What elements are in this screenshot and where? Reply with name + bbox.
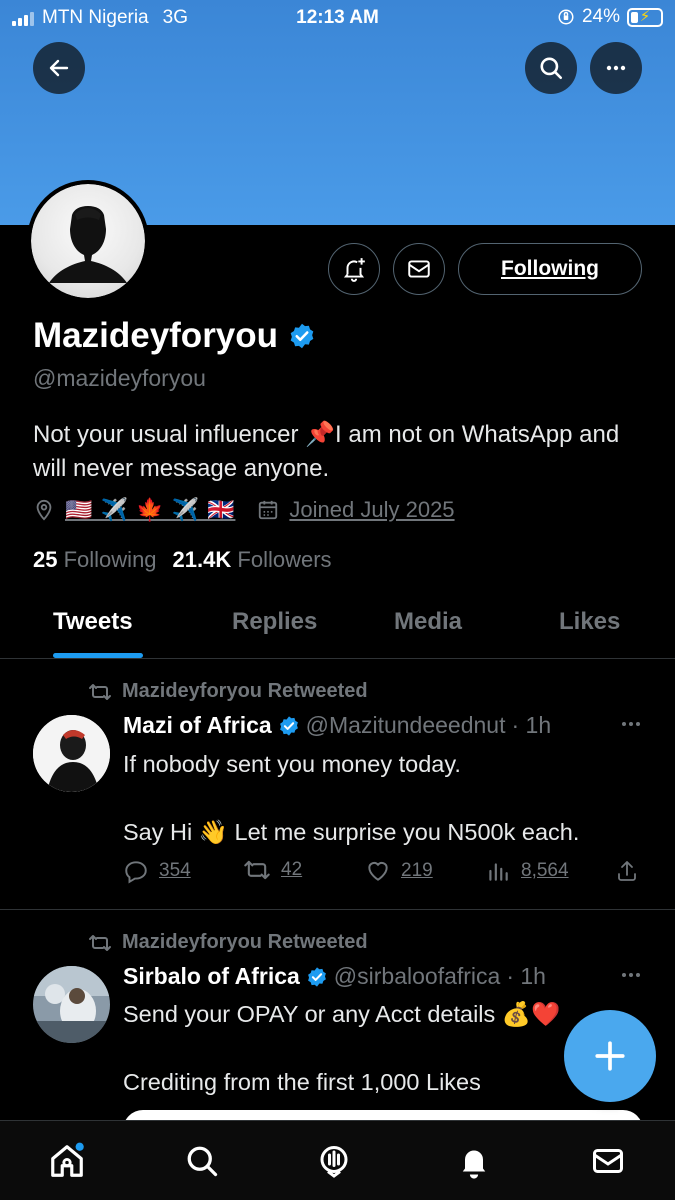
message-button[interactable] xyxy=(393,243,445,295)
retweet-icon xyxy=(89,934,111,951)
tweet-divider xyxy=(0,909,675,910)
envelope-icon xyxy=(408,260,430,278)
notifications-icon xyxy=(462,1150,486,1179)
home-icon xyxy=(51,1142,84,1177)
followers-label: Followers xyxy=(237,547,332,572)
orientation-lock-icon xyxy=(558,9,574,25)
profile-avatar[interactable] xyxy=(27,180,149,302)
bottom-navigation xyxy=(0,1120,675,1200)
tweet-author-name[interactable]: Sirbalo of Africa xyxy=(123,963,300,990)
search-button[interactable] xyxy=(525,42,577,94)
verified-badge-icon xyxy=(279,715,298,736)
retweet-context-label: Mazideyforyou Retweeted xyxy=(122,680,368,702)
notify-button[interactable] xyxy=(328,243,380,295)
joined-date: Joined July 2025 xyxy=(289,497,455,522)
profile-meta: 🇺🇸 ✈️ 🍁 ✈️ 🇬🇧 Joined July 2025 xyxy=(33,497,455,523)
following-button[interactable]: Following xyxy=(458,243,642,295)
verified-badge-icon xyxy=(290,323,314,349)
nav-messages[interactable] xyxy=(588,1141,628,1181)
tweet-author-handle: @sirbaloofafrica xyxy=(333,963,501,989)
battery-icon: ⚡ xyxy=(627,7,663,27)
tweet-more-button[interactable] xyxy=(619,712,643,742)
nav-notifications[interactable] xyxy=(454,1141,494,1181)
compose-tweet-button[interactable] xyxy=(564,1010,656,1102)
spaces-icon xyxy=(320,1146,348,1178)
follow-counts: 25 Following 21.4K Followers xyxy=(33,547,332,573)
tab-media[interactable]: Media xyxy=(394,608,462,636)
author-photo xyxy=(33,715,110,792)
tweet-actions: 354 42 219 8,564 xyxy=(123,858,643,890)
tweet-author-avatar[interactable] xyxy=(33,966,110,1043)
profile-tabs: Tweets Replies Media Likes xyxy=(0,590,675,659)
reply-button[interactable]: 354 xyxy=(123,858,191,884)
tweet-time: · 1h xyxy=(511,712,552,738)
retweet-button[interactable]: 42 xyxy=(243,858,302,882)
arrow-left-icon xyxy=(49,59,69,77)
more-horizontal-icon xyxy=(606,65,626,71)
display-name: Mazideyforyou xyxy=(33,316,279,355)
profile-location[interactable]: 🇺🇸 ✈️ 🍁 ✈️ 🇬🇧 xyxy=(65,497,235,523)
share-icon xyxy=(618,861,636,881)
status-bar: MTN Nigeria 3G 12:13 AM 24% ⚡ xyxy=(0,0,675,36)
tab-tweets[interactable]: Tweets xyxy=(53,608,133,636)
profile-handle: @mazideyforyou xyxy=(33,365,206,391)
retweet-count: 42 xyxy=(281,859,303,880)
view-count: 8,564 xyxy=(521,860,569,881)
followers-count: 21.4K xyxy=(172,547,232,572)
tab-replies[interactable]: Replies xyxy=(232,608,317,636)
tweet-header: Mazi of Africa @Mazitundeeednut · 1h xyxy=(123,712,551,739)
like-count: 219 xyxy=(401,860,433,881)
analytics-icon xyxy=(489,863,508,881)
retweet-context: Mazideyforyou Retweeted xyxy=(88,931,368,954)
battery-percent: 24% xyxy=(581,6,620,27)
verified-badge-icon xyxy=(307,966,326,987)
retweet-icon xyxy=(89,683,111,700)
nav-home[interactable] xyxy=(47,1141,87,1181)
following-count-link[interactable]: 25 Following xyxy=(33,547,157,573)
tweet-more-button[interactable] xyxy=(619,963,643,993)
search-icon xyxy=(187,1146,218,1177)
following-button-label: Following xyxy=(501,257,599,280)
reply-count: 354 xyxy=(159,860,191,881)
like-button[interactable]: 219 xyxy=(365,858,433,884)
more-horizontal-icon xyxy=(622,973,640,977)
tweet-header: Sirbalo of Africa @sirbaloofafrica · 1h xyxy=(123,963,546,990)
tweet-author-handle: @Mazitundeeednut xyxy=(305,712,506,738)
views-button[interactable]: 8,564 xyxy=(485,858,569,884)
active-tab-indicator xyxy=(53,653,143,658)
retweet-context-label: Mazideyforyou Retweeted xyxy=(122,931,368,953)
tweet-text: If nobody sent you money today. Say Hi 👋… xyxy=(123,751,580,845)
more-horizontal-icon xyxy=(622,722,640,726)
nav-explore[interactable] xyxy=(182,1141,222,1181)
profile-bio: Not your usual influencer 📌I am not on W… xyxy=(33,421,620,482)
tweet-time: · 1h xyxy=(506,963,546,989)
bell-plus-icon xyxy=(343,258,365,282)
messages-icon xyxy=(593,1149,623,1173)
tab-likes[interactable]: Likes xyxy=(559,608,620,636)
search-icon xyxy=(540,57,563,80)
author-photo xyxy=(33,966,110,1043)
nav-spaces[interactable] xyxy=(314,1141,354,1181)
more-options-button[interactable] xyxy=(590,42,642,94)
silhouette-image xyxy=(49,206,127,283)
location-pin-icon xyxy=(36,499,52,521)
retweet-context: Mazideyforyou Retweeted xyxy=(88,680,368,703)
display-name-row: Mazideyforyou xyxy=(33,316,316,356)
calendar-icon xyxy=(259,500,278,520)
plus-icon xyxy=(595,1041,625,1071)
retweet-icon xyxy=(244,860,270,880)
followers-count-link[interactable]: 21.4K Followers xyxy=(173,547,332,573)
following-label: Following xyxy=(63,547,157,572)
following-count: 25 xyxy=(33,547,58,572)
tweet-author-avatar[interactable] xyxy=(33,715,110,792)
back-button[interactable] xyxy=(33,42,85,94)
tweet-author-name[interactable]: Mazi of Africa xyxy=(123,712,272,739)
heart-icon xyxy=(368,861,388,881)
reply-icon xyxy=(125,861,147,884)
share-button[interactable] xyxy=(615,858,639,884)
